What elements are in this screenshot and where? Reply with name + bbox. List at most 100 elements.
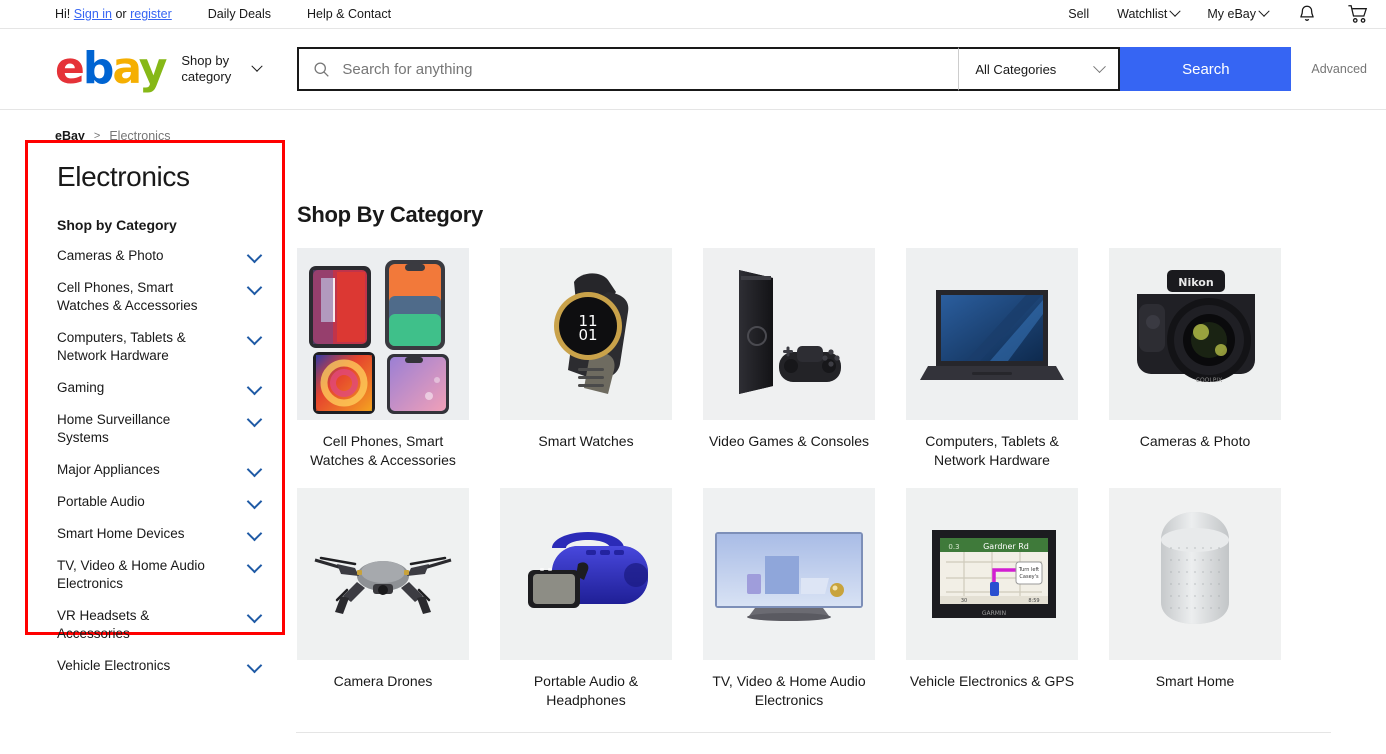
sidebar-item-label: Computers, Tablets & Network Hardware — [57, 330, 186, 363]
category-tile-label: Computers, Tablets & Network Hardware — [925, 433, 1059, 468]
search-icon — [314, 61, 330, 77]
chevron-down-icon[interactable] — [246, 607, 263, 624]
category-tile[interactable]: 11 01 Smart Watches — [500, 248, 672, 470]
svg-text:0.3: 0.3 — [948, 543, 959, 551]
category-tile[interactable]: Smart Home — [1109, 488, 1281, 710]
category-sidebar: Electronics Shop by Category Cameras & P… — [25, 140, 285, 674]
category-tile[interactable]: Cell Phones, Smart Watches & Accessories — [297, 248, 469, 470]
category-tile-label: Video Games & Consoles — [708, 433, 870, 449]
sidebar-item[interactable]: Cell Phones, Smart Watches & Accessories — [57, 279, 263, 315]
chevron-down-icon — [1258, 5, 1270, 17]
chevron-down-icon[interactable] — [246, 247, 263, 264]
chevron-down-icon[interactable] — [246, 525, 263, 542]
category-tile[interactable]: Gardner Rd 0.3 Turn left Casey's 30 8:59… — [906, 488, 1078, 710]
svg-text:GARMIN: GARMIN — [982, 610, 1006, 617]
category-tile-image[interactable]: Nikon COOLPIX — [1109, 248, 1281, 420]
sidebar-subtitle: Shop by Category — [57, 217, 177, 233]
category-tile-image[interactable]: 11 01 — [500, 248, 672, 420]
category-tile-image[interactable]: Gardner Rd 0.3 Turn left Casey's 30 8:59… — [906, 488, 1078, 660]
category-tile-image[interactable] — [1109, 488, 1281, 660]
page-body: Electronics Shop by Category Cameras & P… — [0, 140, 1386, 710]
sidebar-item-label: Cell Phones, Smart Watches & Accessories — [57, 280, 198, 313]
footer-divider — [296, 732, 1331, 733]
sidebar-item[interactable]: Portable Audio — [57, 493, 263, 511]
search-button[interactable]: Search — [1120, 47, 1292, 91]
logo-letter-e: e — [55, 43, 85, 94]
ebay-logo[interactable]: ebay — [55, 47, 167, 91]
svg-text:30: 30 — [961, 598, 967, 604]
sidebar-item[interactable]: VR Headsets & Accessories — [57, 607, 263, 643]
shop-by-category-heading: Shop By Category — [297, 202, 483, 227]
my-ebay-menu[interactable]: My eBay — [1207, 5, 1270, 21]
chevron-down-icon[interactable] — [246, 657, 263, 674]
svg-text:8:59: 8:59 — [1028, 598, 1039, 604]
search-placeholder: Search for anything — [342, 60, 473, 78]
category-tile[interactable]: Portable Audio & Headphones — [500, 488, 672, 710]
chevron-down-icon[interactable] — [246, 411, 263, 428]
category-tile[interactable]: Nikon COOLPIX Cameras & Photo — [1109, 248, 1281, 470]
category-tile-image[interactable] — [297, 488, 469, 660]
chevron-down-icon[interactable] — [246, 493, 263, 510]
category-tile[interactable]: Camera Drones — [297, 488, 469, 710]
sidebar-item-label: Cameras & Photo — [57, 248, 164, 263]
advanced-search-link[interactable]: Advanced — [1311, 62, 1367, 76]
or-text: or — [115, 7, 127, 21]
register-link[interactable]: register — [130, 7, 172, 21]
sidebar-item[interactable]: Computers, Tablets & Network Hardware — [57, 329, 263, 365]
chevron-down-icon[interactable] — [246, 557, 263, 574]
chevron-down-icon[interactable] — [246, 461, 263, 478]
category-tile-label: Cameras & Photo — [1139, 433, 1251, 449]
category-tile-image[interactable] — [297, 248, 469, 420]
category-tile[interactable]: Video Games & Consoles — [703, 248, 875, 470]
category-tile-label: TV, Video & Home Audio Electronics — [712, 673, 866, 708]
svg-text:COOLPIX: COOLPIX — [1196, 377, 1222, 384]
category-tile-label: Smart Home — [1155, 673, 1235, 689]
sidebar-item-label: TV, Video & Home Audio Electronics — [57, 558, 205, 591]
shop-by-category-label: Shop by category — [181, 53, 232, 84]
sidebar-item-label: Major Appliances — [57, 462, 160, 477]
main-content: Shop By Category Cell Phones, Smart Watc… — [285, 140, 1386, 710]
shopping-cart-icon[interactable] — [1346, 3, 1370, 25]
search-bar: Search for anything All Categories Searc… — [297, 47, 1292, 91]
chevron-down-icon[interactable] — [246, 279, 263, 296]
category-tile-label: Portable Audio & Headphones — [533, 673, 639, 708]
sidebar-item[interactable]: Smart Home Devices — [57, 525, 263, 543]
category-dropdown[interactable]: All Categories — [958, 47, 1121, 91]
logo-letter-b: b — [82, 43, 114, 94]
help-contact-link[interactable]: Help & Contact — [307, 7, 391, 21]
category-tile-image[interactable] — [703, 488, 875, 660]
sidebar-item[interactable]: Vehicle Electronics — [57, 657, 263, 675]
category-tile-image[interactable] — [906, 248, 1078, 420]
sidebar-item[interactable]: Home Surveillance Systems — [57, 411, 263, 447]
daily-deals-link[interactable]: Daily Deals — [208, 7, 271, 21]
logo-letter-a: a — [112, 43, 140, 94]
sell-link[interactable]: Sell — [1068, 7, 1089, 21]
chevron-down-icon[interactable] — [246, 329, 263, 346]
greeting-text: Hi! — [55, 7, 71, 21]
sidebar-item[interactable]: Major Appliances — [57, 461, 263, 479]
top-utility-bar: Hi! Sign in or register Daily Deals Help… — [0, 0, 1386, 29]
watchlist-menu[interactable]: Watchlist — [1117, 5, 1182, 21]
category-tile[interactable]: TV, Video & Home Audio Electronics — [703, 488, 875, 710]
chevron-down-icon — [1093, 59, 1107, 73]
sidebar-item[interactable]: Gaming — [57, 379, 263, 397]
sidebar-category-list: Cameras & Photo Cell Phones, Smart Watche… — [57, 247, 263, 675]
notification-bell-icon[interactable] — [1296, 3, 1318, 25]
category-tile-label: Smart Watches — [538, 433, 634, 449]
page-title: Electronics — [57, 161, 190, 192]
shop-by-category-menu[interactable]: Shop by category — [181, 53, 264, 85]
category-tile-image[interactable] — [500, 488, 672, 660]
chevron-down-icon — [251, 60, 264, 72]
category-tile[interactable]: Computers, Tablets & Network Hardware — [906, 248, 1078, 470]
logo-letter-y: y — [138, 43, 168, 94]
sidebar-item[interactable]: Cameras & Photo — [57, 247, 263, 265]
sign-in-link[interactable]: Sign in — [74, 7, 112, 21]
category-tile-image[interactable] — [703, 248, 875, 420]
svg-text:Gardner Rd: Gardner Rd — [983, 542, 1029, 551]
chevron-down-icon[interactable] — [246, 379, 263, 396]
search-input[interactable]: Search for anything — [297, 47, 959, 91]
svg-text:Nikon: Nikon — [1178, 276, 1213, 289]
category-dropdown-value: All Categories — [975, 61, 1057, 77]
sidebar-item-label: Gaming — [57, 380, 105, 395]
sidebar-item[interactable]: TV, Video & Home Audio Electronics — [57, 557, 263, 593]
